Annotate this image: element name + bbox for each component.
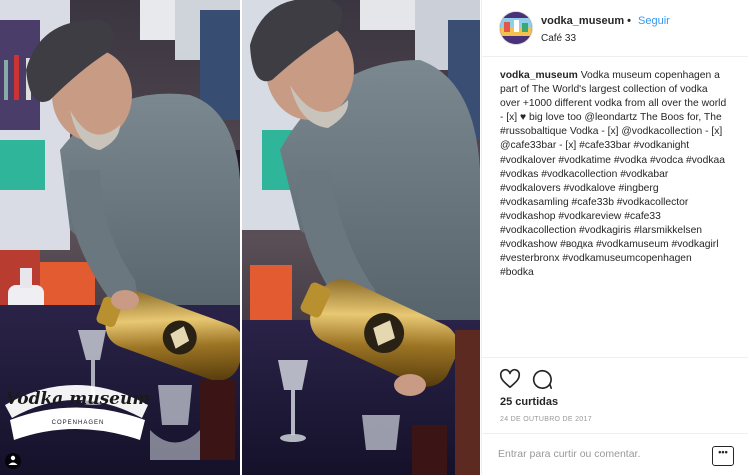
like-count[interactable]: 25 curtidas (500, 396, 558, 408)
avatar-image (500, 12, 532, 44)
username-link[interactable]: vodka_museum (541, 15, 624, 27)
right-frame (242, 0, 480, 475)
comment-icon (532, 369, 552, 389)
post-caption: vodka_museum Vodka museum copenhagen a p… (500, 69, 728, 280)
more-options-icon: ••• (718, 447, 728, 457)
comment-input[interactable] (498, 446, 698, 462)
actions-divider (482, 357, 748, 358)
comment-button[interactable] (531, 368, 553, 390)
user-tag-icon[interactable] (5, 453, 21, 469)
post-media[interactable]: Vodka museum COPENHAGEN (0, 0, 480, 475)
logo-text-main: Vodka museum (6, 389, 151, 409)
post-side-panel: vodka_museum • Seguir Café 33 vodka_museum… (481, 0, 748, 475)
post-header: vodka_museum • Seguir Café 33 (482, 0, 748, 57)
post-photo: Vodka museum COPENHAGEN (0, 0, 480, 475)
caption-text: Vodka museum copenhagen a part of The Wo… (500, 70, 727, 279)
post-author-line: vodka_museum • Seguir (541, 15, 670, 27)
logo-text-sub: COPENHAGEN (52, 420, 105, 426)
location-link[interactable]: Café 33 (541, 33, 576, 44)
heart-icon (499, 368, 521, 389)
comment-bar: ••• (482, 433, 748, 476)
avatar[interactable] (500, 12, 532, 44)
separator-dot: • (627, 15, 632, 27)
post-date[interactable]: 24 DE OUTUBRO DE 2017 (500, 416, 592, 423)
like-button[interactable] (499, 368, 521, 390)
follow-button[interactable]: Seguir (638, 15, 670, 27)
left-frame: Vodka museum COPENHAGEN (0, 0, 240, 475)
more-options-button[interactable]: ••• (712, 446, 734, 466)
caption-username[interactable]: vodka_museum (500, 70, 578, 81)
